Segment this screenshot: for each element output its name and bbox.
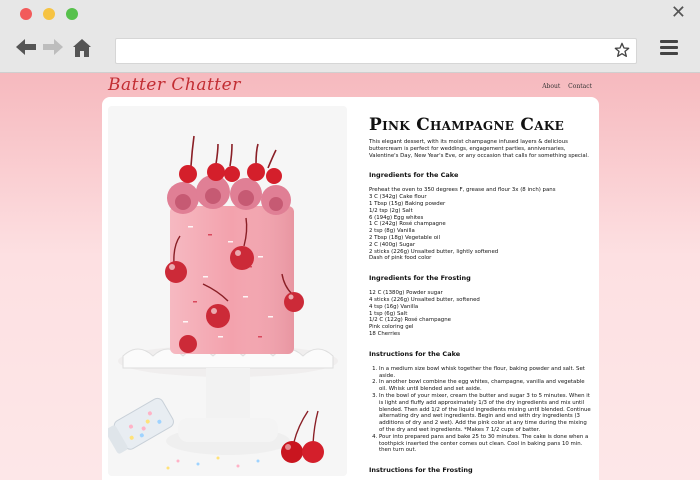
instruction-step: In a medium size bowl whisk together the… — [379, 366, 593, 380]
instruction-step: In the bowl of your mixer, cream the but… — [379, 393, 593, 434]
list-item: 18 Cherries — [369, 330, 401, 337]
list-item: 1/2 tsp (2g) Salt — [369, 207, 413, 214]
instruction-step: Pour into prepared pans and bake 25 to 3… — [379, 434, 593, 454]
address-bar[interactable] — [115, 38, 637, 64]
list-item: 2 sticks (226g) Unsalted butter, lightly… — [369, 248, 499, 255]
cake-photo — [108, 106, 347, 476]
close-tab-icon[interactable]: ✕ — [671, 3, 686, 23]
list-item: 2 Tbsp (18g) Vegetable oil — [369, 234, 440, 241]
browser-toolbar: ✕ — [0, 0, 700, 73]
ingredients-frosting-heading: Ingredients for the Frosting — [369, 274, 471, 283]
bookmark-star-icon[interactable] — [614, 42, 630, 58]
list-item: 1/2 C (122g) Rosé champagne — [369, 317, 451, 324]
recipe-intro: This elegant dessert, with its moist cha… — [369, 139, 589, 159]
site-logo[interactable]: Batter Chatter — [108, 75, 241, 95]
list-item: 4 sticks (226g) Unsalted butter, softene… — [369, 296, 480, 303]
window-maximize-dot[interactable] — [66, 8, 78, 20]
list-item: 1 Tbsp (15g) Baking powder — [369, 200, 446, 207]
site-header: Batter Chatter About Contact — [102, 75, 600, 97]
ingredients-cake-heading: Ingredients for the Cake — [369, 171, 459, 180]
list-item: Preheat the oven to 350 degrees F, greas… — [369, 187, 556, 194]
list-item: Pink coloring gel — [369, 324, 414, 331]
instructions-cake-list: In a medium size bowl whisk together the… — [369, 366, 593, 454]
window-close-dot[interactable] — [20, 8, 32, 20]
instructions-cake-heading: Instructions for the Cake — [369, 349, 461, 358]
ingredients-frosting-list: 12 C (1380g) Powder sugar 4 sticks (226g… — [369, 290, 593, 338]
site-nav: About Contact — [536, 83, 592, 90]
recipe-text: Pink Champagne Cake This elegant dessert… — [369, 115, 593, 480]
recipe-card: Pink Champagne Cake This elegant dessert… — [102, 97, 599, 480]
list-item: 3 C (342g) Cake flour — [369, 194, 427, 201]
home-icon[interactable] — [72, 38, 92, 58]
list-item: Dash of pink food color — [369, 255, 432, 262]
nav-contact-link[interactable]: Contact — [568, 83, 592, 90]
list-item: 4 tsp (16g) Vanilla — [369, 303, 419, 310]
nav-about-link[interactable]: About — [542, 83, 560, 90]
hamburger-menu-icon[interactable] — [660, 40, 678, 56]
forward-arrow-icon[interactable] — [43, 39, 63, 55]
list-item: 2 C (400g) Sugar — [369, 241, 416, 248]
back-arrow-icon[interactable] — [16, 39, 36, 55]
recipe-title: Pink Champagne Cake — [369, 115, 565, 135]
list-item: 2 tsp (8g) Vanilla — [369, 228, 415, 235]
instruction-step: In another bowl combine the egg whites, … — [379, 379, 593, 393]
window-minimize-dot[interactable] — [43, 8, 55, 20]
instructions-frosting-heading: Instructions for the Frosting — [369, 466, 473, 475]
list-item: 12 C (1380g) Powder sugar — [369, 290, 443, 297]
list-item: 1 C (242g) Rosé champagne — [369, 221, 446, 228]
ingredients-cake-list: Preheat the oven to 350 degrees F, greas… — [369, 187, 593, 262]
